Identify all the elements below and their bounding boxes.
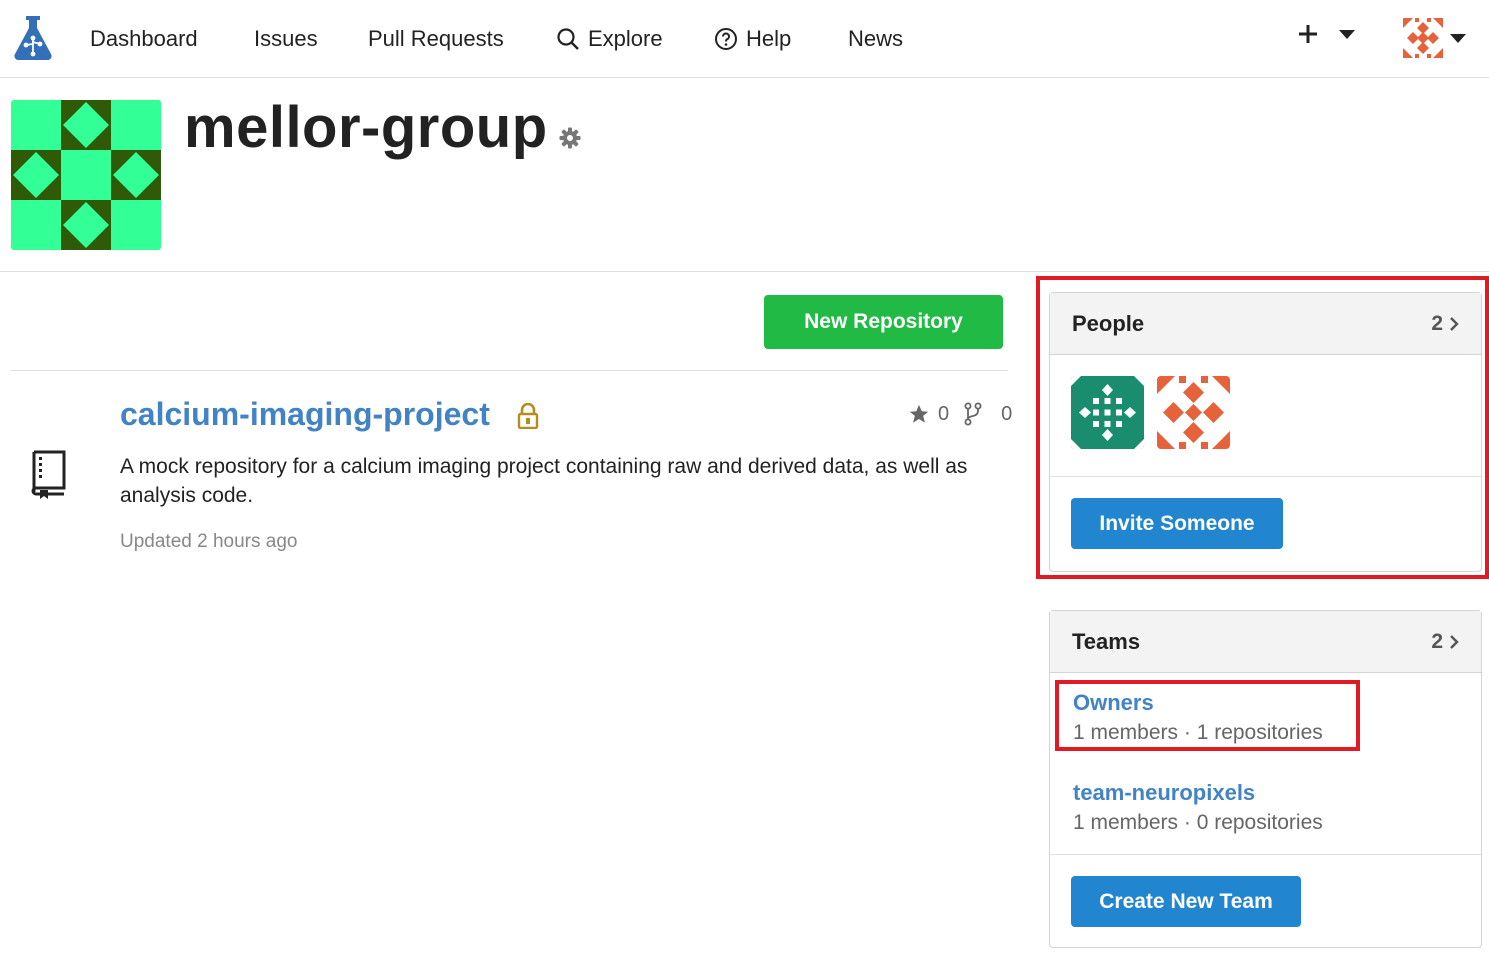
nav-pull-requests[interactable]: Pull Requests <box>368 24 504 54</box>
help-icon <box>715 28 737 50</box>
teams-card-divider <box>1050 854 1481 855</box>
nav-explore-label: Explore <box>588 26 663 51</box>
org-name: mellor-group <box>184 95 548 160</box>
nav-help[interactable]: Help <box>714 24 791 54</box>
chevron-right-icon <box>1450 634 1459 649</box>
user-avatar <box>1403 18 1443 58</box>
settings-icon[interactable] <box>558 126 582 150</box>
org-avatar <box>11 100 161 250</box>
repo-name-link[interactable]: calcium-imaging-project <box>120 396 490 433</box>
lock-icon <box>517 403 539 429</box>
teams-title: Teams <box>1072 628 1141 654</box>
top-navbar: Dashboard Issues Pull Requests Explore H… <box>0 0 1489 78</box>
repo-stats: 0 0 <box>908 402 1012 426</box>
nav-dashboard[interactable]: Dashboard <box>90 24 198 54</box>
repo-updated-time: Updated 2 hours ago <box>120 531 298 552</box>
nav-issues-label: Issues <box>254 26 318 51</box>
highlight-box-people <box>1036 276 1489 579</box>
create-new-team-button[interactable]: Create New Team <box>1071 876 1301 927</box>
search-icon <box>557 28 579 50</box>
caret-down-icon <box>1339 30 1355 39</box>
fork-icon <box>964 402 982 426</box>
nav-dashboard-label: Dashboard <box>90 26 198 51</box>
repo-list-divider <box>11 370 1008 371</box>
star-icon <box>909 404 929 423</box>
plus-icon <box>1299 25 1317 43</box>
highlight-box-owners <box>1055 680 1360 751</box>
repository-book-icon <box>31 450 66 499</box>
nav-news-label: News <box>848 26 904 51</box>
star-count: 0 <box>938 402 950 425</box>
create-menu-dropdown[interactable] <box>1296 22 1356 46</box>
nav-pull-requests-label: Pull Requests <box>368 26 504 51</box>
nav-issues[interactable]: Issues <box>254 24 318 54</box>
new-repository-button[interactable]: New Repository <box>764 295 1003 349</box>
team-meta-neuropixels: 1 members · 0 repositories <box>1073 811 1323 834</box>
user-menu-dropdown[interactable] <box>1403 18 1467 58</box>
teams-count-link[interactable]: 2 <box>1431 630 1461 654</box>
teams-card-header: Teams 2 <box>1050 611 1481 673</box>
team-name-neuropixels[interactable]: team-neuropixels <box>1073 780 1255 806</box>
teams-card: Teams 2 Owners 1 members · 1 repositorie… <box>1049 610 1482 948</box>
caret-down-icon <box>1450 34 1466 43</box>
header-divider <box>0 271 1489 272</box>
nav-help-label: Help <box>746 26 792 51</box>
repo-description: A mock repository for a calcium imaging … <box>120 455 968 507</box>
nav-news[interactable]: News <box>848 24 903 54</box>
nav-explore[interactable]: Explore <box>556 24 663 54</box>
teams-count: 2 <box>1431 629 1443 653</box>
fork-count: 0 <box>1001 402 1013 425</box>
logo-icon[interactable] <box>12 14 54 62</box>
